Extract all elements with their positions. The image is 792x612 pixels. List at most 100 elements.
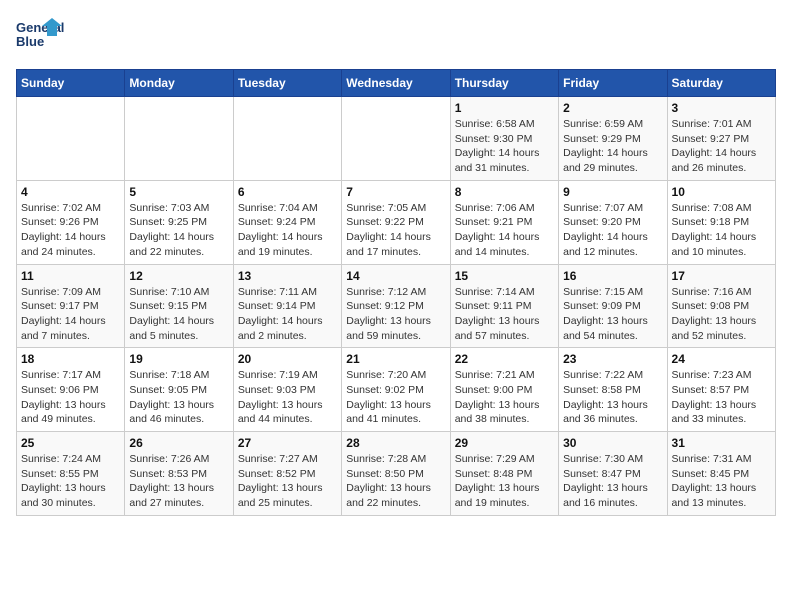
day-cell: 21 Sunrise: 7:20 AM Sunset: 9:02 PM Dayli…	[342, 348, 450, 432]
day-cell: 17 Sunrise: 7:16 AM Sunset: 9:08 PM Dayli…	[667, 264, 775, 348]
day-info: Sunrise: 7:09 AM Sunset: 9:17 PM Dayligh…	[21, 285, 120, 344]
day-number: 29	[455, 436, 554, 450]
day-info: Sunrise: 7:23 AM Sunset: 8:57 PM Dayligh…	[672, 368, 771, 427]
day-cell	[125, 97, 233, 181]
day-cell: 7 Sunrise: 7:05 AM Sunset: 9:22 PM Daylig…	[342, 180, 450, 264]
day-number: 17	[672, 269, 771, 283]
day-info: Sunrise: 7:17 AM Sunset: 9:06 PM Dayligh…	[21, 368, 120, 427]
logo: General Blue	[16, 16, 66, 61]
day-number: 20	[238, 352, 337, 366]
day-number: 27	[238, 436, 337, 450]
day-cell: 8Sunrise: 7:06 AM Sunset: 9:21 PM Daylig…	[450, 180, 558, 264]
day-cell: 3 Sunrise: 7:01 AM Sunset: 9:27 PM Daylig…	[667, 97, 775, 181]
day-info: Sunrise: 7:05 AM Sunset: 9:22 PM Dayligh…	[346, 201, 445, 260]
weekday-header-friday: Friday	[559, 70, 667, 97]
day-info: Sunrise: 7:20 AM Sunset: 9:02 PM Dayligh…	[346, 368, 445, 427]
day-info: Sunrise: 6:59 AM Sunset: 9:29 PM Dayligh…	[563, 117, 662, 176]
week-row-1: 1Sunrise: 6:58 AM Sunset: 9:30 PM Daylig…	[17, 97, 776, 181]
day-cell: 12 Sunrise: 7:10 AM Sunset: 9:15 PM Dayli…	[125, 264, 233, 348]
day-info: Sunrise: 7:15 AM Sunset: 9:09 PM Dayligh…	[563, 285, 662, 344]
day-info: Sunrise: 7:19 AM Sunset: 9:03 PM Dayligh…	[238, 368, 337, 427]
day-info: Sunrise: 7:21 AM Sunset: 9:00 PM Dayligh…	[455, 368, 554, 427]
day-cell	[17, 97, 125, 181]
weekday-header-wednesday: Wednesday	[342, 70, 450, 97]
day-info: Sunrise: 7:12 AM Sunset: 9:12 PM Dayligh…	[346, 285, 445, 344]
day-cell: 23 Sunrise: 7:22 AM Sunset: 8:58 PM Dayli…	[559, 348, 667, 432]
day-info: Sunrise: 7:14 AM Sunset: 9:11 PM Dayligh…	[455, 285, 554, 344]
day-cell: 18 Sunrise: 7:17 AM Sunset: 9:06 PM Dayli…	[17, 348, 125, 432]
week-row-2: 4 Sunrise: 7:02 AM Sunset: 9:26 PM Daylig…	[17, 180, 776, 264]
day-cell: 30Sunrise: 7:30 AM Sunset: 8:47 PM Dayli…	[559, 432, 667, 516]
day-cell: 2 Sunrise: 6:59 AM Sunset: 9:29 PM Daylig…	[559, 97, 667, 181]
day-cell: 9 Sunrise: 7:07 AM Sunset: 9:20 PM Daylig…	[559, 180, 667, 264]
day-info: Sunrise: 7:28 AM Sunset: 8:50 PM Dayligh…	[346, 452, 445, 511]
day-number: 6	[238, 185, 337, 199]
day-info: Sunrise: 7:03 AM Sunset: 9:25 PM Dayligh…	[129, 201, 228, 260]
day-cell: 27 Sunrise: 7:27 AM Sunset: 8:52 PM Dayli…	[233, 432, 341, 516]
day-cell: 25 Sunrise: 7:24 AM Sunset: 8:55 PM Dayli…	[17, 432, 125, 516]
day-info: Sunrise: 7:31 AM Sunset: 8:45 PM Dayligh…	[672, 452, 771, 511]
day-info: Sunrise: 7:26 AM Sunset: 8:53 PM Dayligh…	[129, 452, 228, 511]
day-info: Sunrise: 7:11 AM Sunset: 9:14 PM Dayligh…	[238, 285, 337, 344]
day-info: Sunrise: 7:29 AM Sunset: 8:48 PM Dayligh…	[455, 452, 554, 511]
week-row-3: 11Sunrise: 7:09 AM Sunset: 9:17 PM Dayli…	[17, 264, 776, 348]
day-info: Sunrise: 7:22 AM Sunset: 8:58 PM Dayligh…	[563, 368, 662, 427]
day-cell: 31 Sunrise: 7:31 AM Sunset: 8:45 PM Dayli…	[667, 432, 775, 516]
day-number: 25	[21, 436, 120, 450]
day-number: 31	[672, 436, 771, 450]
day-cell: 13Sunrise: 7:11 AM Sunset: 9:14 PM Dayli…	[233, 264, 341, 348]
day-info: Sunrise: 7:01 AM Sunset: 9:27 PM Dayligh…	[672, 117, 771, 176]
day-cell	[342, 97, 450, 181]
day-number: 15	[455, 269, 554, 283]
week-row-4: 18 Sunrise: 7:17 AM Sunset: 9:06 PM Dayli…	[17, 348, 776, 432]
day-number: 4	[21, 185, 120, 199]
day-cell: 29 Sunrise: 7:29 AM Sunset: 8:48 PM Dayli…	[450, 432, 558, 516]
day-cell: 22 Sunrise: 7:21 AM Sunset: 9:00 PM Dayli…	[450, 348, 558, 432]
day-number: 30	[563, 436, 662, 450]
day-info: Sunrise: 7:16 AM Sunset: 9:08 PM Dayligh…	[672, 285, 771, 344]
day-number: 14	[346, 269, 445, 283]
day-info: Sunrise: 7:08 AM Sunset: 9:18 PM Dayligh…	[672, 201, 771, 260]
day-number: 18	[21, 352, 120, 366]
day-number: 24	[672, 352, 771, 366]
day-number: 26	[129, 436, 228, 450]
day-number: 28	[346, 436, 445, 450]
weekday-header-thursday: Thursday	[450, 70, 558, 97]
day-cell: 26 Sunrise: 7:26 AM Sunset: 8:53 PM Dayli…	[125, 432, 233, 516]
day-info: Sunrise: 7:07 AM Sunset: 9:20 PM Dayligh…	[563, 201, 662, 260]
weekday-header-tuesday: Tuesday	[233, 70, 341, 97]
day-info: Sunrise: 7:06 AM Sunset: 9:21 PM Dayligh…	[455, 201, 554, 260]
day-info: Sunrise: 7:04 AM Sunset: 9:24 PM Dayligh…	[238, 201, 337, 260]
day-info: Sunrise: 7:10 AM Sunset: 9:15 PM Dayligh…	[129, 285, 228, 344]
day-number: 21	[346, 352, 445, 366]
day-cell: 1Sunrise: 6:58 AM Sunset: 9:30 PM Daylig…	[450, 97, 558, 181]
day-cell: 19Sunrise: 7:18 AM Sunset: 9:05 PM Dayli…	[125, 348, 233, 432]
day-number: 9	[563, 185, 662, 199]
day-info: Sunrise: 7:27 AM Sunset: 8:52 PM Dayligh…	[238, 452, 337, 511]
day-number: 2	[563, 101, 662, 115]
weekday-header-sunday: Sunday	[17, 70, 125, 97]
day-cell: 4 Sunrise: 7:02 AM Sunset: 9:26 PM Daylig…	[17, 180, 125, 264]
day-info: Sunrise: 7:24 AM Sunset: 8:55 PM Dayligh…	[21, 452, 120, 511]
day-number: 10	[672, 185, 771, 199]
day-info: Sunrise: 7:02 AM Sunset: 9:26 PM Dayligh…	[21, 201, 120, 260]
day-number: 7	[346, 185, 445, 199]
weekday-header-row: SundayMondayTuesdayWednesdayThursdayFrid…	[17, 70, 776, 97]
day-number: 3	[672, 101, 771, 115]
weekday-header-saturday: Saturday	[667, 70, 775, 97]
day-number: 1	[455, 101, 554, 115]
day-number: 22	[455, 352, 554, 366]
day-number: 16	[563, 269, 662, 283]
day-cell: 10 Sunrise: 7:08 AM Sunset: 9:18 PM Dayli…	[667, 180, 775, 264]
day-number: 12	[129, 269, 228, 283]
day-number: 23	[563, 352, 662, 366]
day-cell: 20 Sunrise: 7:19 AM Sunset: 9:03 PM Dayli…	[233, 348, 341, 432]
day-cell: 11Sunrise: 7:09 AM Sunset: 9:17 PM Dayli…	[17, 264, 125, 348]
svg-text:Blue: Blue	[16, 34, 44, 49]
day-cell: 6 Sunrise: 7:04 AM Sunset: 9:24 PM Daylig…	[233, 180, 341, 264]
weekday-header-monday: Monday	[125, 70, 233, 97]
day-cell: 24 Sunrise: 7:23 AM Sunset: 8:57 PM Dayli…	[667, 348, 775, 432]
day-cell: 5Sunrise: 7:03 AM Sunset: 9:25 PM Daylig…	[125, 180, 233, 264]
day-cell: 28 Sunrise: 7:28 AM Sunset: 8:50 PM Dayli…	[342, 432, 450, 516]
day-cell	[233, 97, 341, 181]
